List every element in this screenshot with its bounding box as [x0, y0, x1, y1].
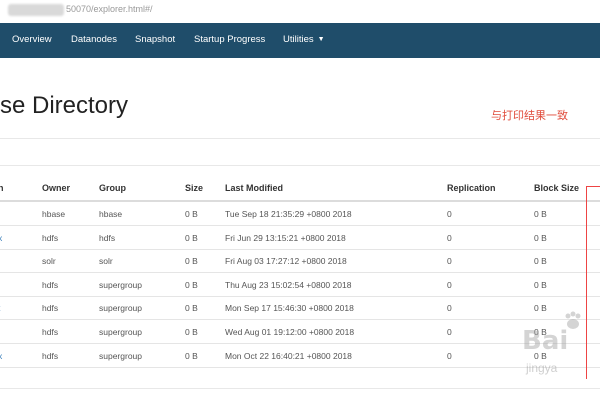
blurred-host	[8, 4, 64, 16]
table-header: n Owner Group Size Last Modified Replica…	[0, 176, 600, 202]
cell-group: supergroup	[99, 327, 143, 337]
cell-name[interactable]: x	[0, 233, 2, 243]
cell-replication: 0	[447, 303, 452, 314]
col-last-modified[interactable]: Last Modified	[225, 183, 283, 193]
watermark-sub: jingya	[526, 361, 558, 375]
cell-size: 0 B	[185, 232, 198, 243]
col-name[interactable]: n	[0, 183, 4, 193]
divider	[0, 165, 600, 166]
col-replication[interactable]: Replication	[447, 183, 496, 193]
caret-down-icon: ▼	[317, 36, 325, 43]
cell-block-size: 0 B	[534, 256, 547, 267]
nav-snapshot[interactable]: Snapshot	[135, 34, 175, 45]
divider	[0, 388, 600, 389]
cell-owner: hbase	[42, 209, 66, 219]
nav-utilities-label: Utilities	[283, 34, 314, 45]
table-row[interactable]: x hdfs hdfs 0 B Fri Jun 29 13:15:21 +0800 20…	[0, 226, 600, 250]
cell-last-modified: Fri Aug 03 17:27:12 +0800 2018	[225, 256, 347, 267]
cell-group: hdfs	[99, 232, 116, 243]
table-row[interactable]: hdfs supergroup 0 B Wed Aug 01 19:12:00 +08…	[0, 320, 600, 344]
cell-size: 0 B	[185, 209, 198, 219]
table-row[interactable]: hdfs supergroup 0 B Thu Aug 23 15:02:54 +08…	[0, 273, 600, 297]
cell-owner: hdfs	[42, 303, 59, 314]
col-owner[interactable]: Owner	[42, 183, 70, 193]
cell-last-modified: Fri Jun 29 13:15:21 +0800 2018	[225, 232, 346, 243]
cell-replication: 0	[447, 232, 452, 243]
cell-group: solr	[99, 256, 113, 267]
cell-owner: hdfs	[42, 232, 59, 243]
table-row[interactable]: x hdfs supergroup 0 B Mon Oct 22 16:40:21 +0…	[0, 344, 600, 368]
cell-group: supergroup	[99, 350, 143, 361]
watermark-brand: Bai	[522, 326, 569, 356]
red-annotation-box	[586, 186, 600, 379]
annotation-text: 与打印结果一致	[491, 110, 568, 122]
table-row[interactable]: thdfssupergroup0 BMon Sep 17 15:46:30 +0…	[0, 296, 600, 321]
cell-replication: 0	[447, 279, 452, 290]
cell-last-modified: Mon Oct 22 16:40:21 +0800 2018	[225, 350, 352, 361]
address-bar[interactable]: 50070/explorer.html#/	[0, 0, 600, 24]
col-group[interactable]: Group	[99, 183, 126, 193]
cell-block-size: 0 B	[534, 232, 547, 243]
cell-size: 0 B	[185, 279, 198, 290]
cell-size: 0 B	[185, 303, 198, 314]
cell-last-modified: Thu Aug 23 15:02:54 +0800 2018	[225, 279, 352, 290]
cell-replication: 0	[447, 350, 452, 361]
cell-last-modified: Wed Aug 01 19:12:00 +0800 2018	[225, 327, 355, 337]
address-url[interactable]: 50070/explorer.html#/	[66, 4, 153, 14]
table-row[interactable]: solr solr 0 B Fri Aug 03 17:27:12 +0800 201…	[0, 249, 600, 274]
cell-last-modified: Tue Sep 18 21:35:29 +0800 2018	[225, 209, 352, 219]
page-title: rse Directory	[0, 92, 129, 119]
nav-datanodes[interactable]: Datanodes	[71, 34, 117, 45]
nav-startup-progress[interactable]: Startup Progress	[194, 34, 265, 45]
cell-replication: 0	[447, 327, 452, 337]
col-size[interactable]: Size	[185, 183, 203, 193]
cell-group: hbase	[99, 209, 123, 219]
cell-size: 0 B	[185, 327, 198, 337]
cell-last-modified: Mon Sep 17 15:46:30 +0800 2018	[225, 303, 354, 314]
cell-owner: hdfs	[42, 327, 59, 337]
cell-block-size: 0 B	[534, 303, 547, 314]
cell-name[interactable]: x	[0, 351, 2, 361]
cell-size: 0 B	[185, 350, 198, 361]
cell-block-size: 0 B	[534, 209, 547, 219]
cell-owner: hdfs	[42, 279, 59, 290]
nav-utilities[interactable]: Utilities ▼	[283, 34, 325, 45]
col-block-size[interactable]: Block Size	[534, 183, 579, 193]
cell-owner: solr	[42, 256, 56, 267]
cell-group: supergroup	[99, 303, 143, 314]
cell-block-size: 0 B	[534, 279, 547, 290]
nav-overview[interactable]: Overview	[12, 34, 52, 45]
cell-replication: 0	[447, 256, 452, 267]
table-row[interactable]: hbase hbase 0 B Tue Sep 18 21:35:29 +0800 2…	[0, 202, 600, 226]
cell-replication: 0	[447, 209, 452, 219]
cell-size: 0 B	[185, 256, 198, 267]
divider	[0, 138, 600, 139]
cell-owner: hdfs	[42, 350, 59, 361]
top-navbar: Overview Datanodes Snapshot Startup Prog…	[0, 23, 600, 58]
cell-group: supergroup	[99, 279, 143, 290]
